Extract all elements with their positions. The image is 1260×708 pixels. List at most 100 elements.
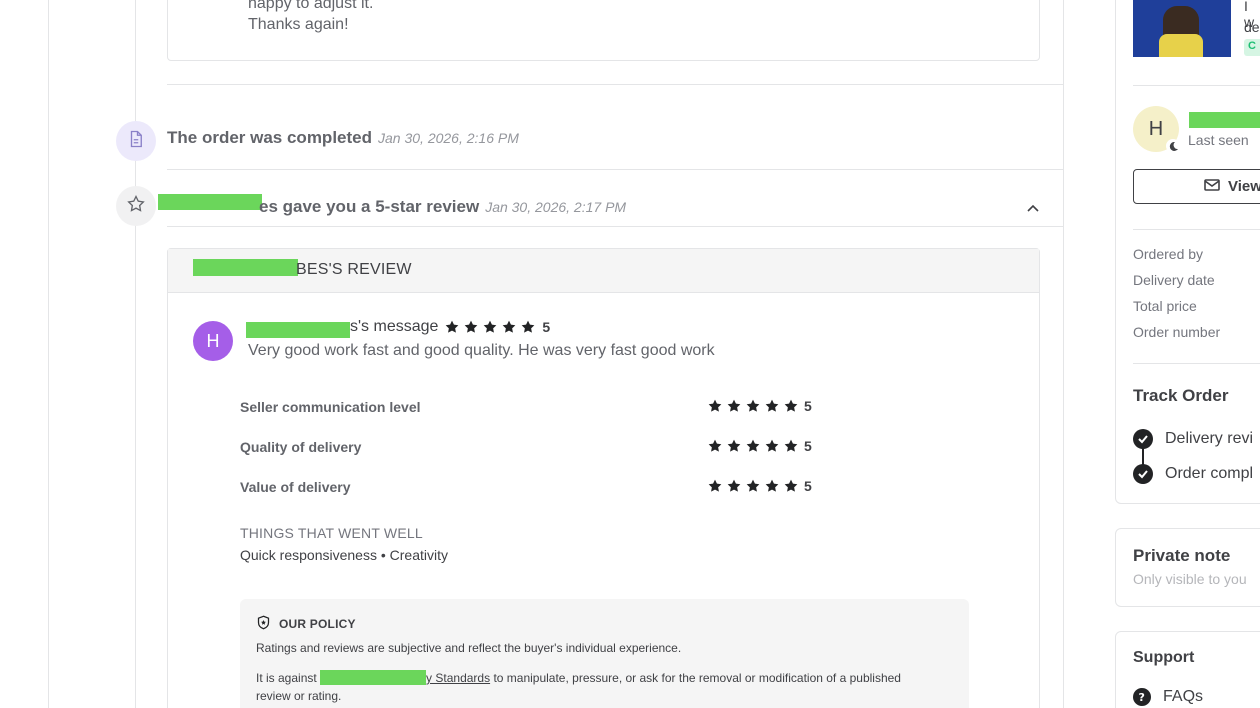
star-rating: [444, 319, 536, 335]
main-column-border: [1063, 0, 1064, 708]
track-item: Delivery revi: [1133, 429, 1253, 449]
redacted-name: [193, 259, 298, 276]
private-note-subtitle: Only visible to you: [1133, 571, 1247, 587]
check-circle-icon: [1133, 429, 1153, 449]
star-icon: [783, 478, 799, 494]
star-icon: [707, 438, 723, 454]
went-well-title: THINGS THAT WENT WELL: [240, 525, 423, 541]
message-label: s's message: [350, 318, 439, 335]
faqs-label: FAQs: [1163, 688, 1204, 705]
policy-header: OUR POLICY: [256, 615, 356, 633]
message-line: happy to adjust it.: [248, 0, 374, 12]
track-item-label: Order compl: [1165, 465, 1254, 482]
rating-value: 5: [804, 438, 812, 454]
gig-thumbnail[interactable]: [1133, 0, 1231, 57]
star-icon: [501, 319, 517, 335]
star-icon: [764, 438, 780, 454]
document-icon: [127, 130, 145, 153]
order-number-label: Order number: [1133, 324, 1221, 340]
view-button[interactable]: View: [1133, 169, 1260, 204]
star-icon: [783, 398, 799, 414]
policy-box: OUR POLICY Ratings and reviews are subje…: [240, 599, 969, 708]
policy-text: Ratings and reviews are subjective and r…: [256, 641, 682, 655]
divider: [1133, 363, 1260, 364]
redacted-name: [158, 194, 262, 210]
review-message-title: s's message 5: [350, 318, 550, 336]
faqs-link[interactable]: ? FAQs: [1133, 688, 1203, 706]
star-icon: [764, 478, 780, 494]
thumbnail-shirt: [1159, 34, 1203, 57]
shield-icon: [256, 615, 271, 633]
private-note-title: Private note: [1133, 546, 1231, 565]
redacted-name: [320, 670, 427, 685]
chevron-up-icon[interactable]: [1025, 201, 1041, 217]
policy-text-prefix: It is against: [256, 671, 317, 685]
timeline-line: [135, 0, 136, 708]
policy-text-suffix: to manipulate, pressure, or ask for the …: [493, 671, 901, 685]
policy-text: It is against y Standards to manipulate,…: [256, 669, 956, 705]
event-completed: The order was completed Jan 30, 2026, 2:1…: [167, 128, 519, 148]
avatar: H: [193, 321, 233, 361]
redacted-name: [246, 322, 350, 338]
review-card: BES'S REVIEW H s's message 5 Very good w…: [167, 248, 1040, 708]
policy-text-line2: review or rating.: [256, 689, 342, 703]
star-icon: [726, 478, 742, 494]
question-circle-icon: ?: [1133, 688, 1151, 706]
event-title: The order was completed: [167, 128, 372, 147]
community-standards-link[interactable]: y Standards: [426, 671, 490, 685]
star-icon: [444, 319, 460, 335]
delivery-date-label: Delivery date: [1133, 272, 1215, 288]
star-icon: [764, 398, 780, 414]
review-header-title: BES'S REVIEW: [296, 261, 412, 278]
track-item: Order compl: [1133, 464, 1253, 484]
event-title: es gave you a 5-star review: [259, 197, 480, 216]
private-note-card[interactable]: [1115, 528, 1260, 607]
total-price-label: Total price: [1133, 298, 1197, 314]
rating-value: 5: [804, 478, 812, 494]
review-message: Very good work fast and good quality. He…: [248, 342, 715, 359]
offline-moon-icon: [1166, 139, 1180, 153]
ordered-by-label: Ordered by: [1133, 246, 1204, 262]
view-button-label: View: [1228, 178, 1260, 195]
star-icon: [745, 398, 761, 414]
star-icon: [482, 319, 498, 335]
star-icon: [707, 478, 723, 494]
gig-title[interactable]: de: [1244, 19, 1260, 35]
event-date: Jan 30, 2026, 2:16 PM: [378, 130, 519, 146]
message-card: happy to adjust it. Thanks again!: [167, 0, 1040, 61]
redacted-name: [1189, 112, 1260, 128]
event-date: Jan 30, 2026, 2:17 PM: [485, 199, 627, 215]
star-icon: [745, 478, 761, 494]
review-header: BES'S REVIEW: [168, 249, 1039, 293]
star-outline-icon: [126, 194, 146, 219]
rating-value: 5: [804, 398, 812, 414]
check-circle-icon: [1133, 464, 1153, 484]
went-well-items: Quick responsiveness • Creativity: [240, 547, 448, 563]
divider: [167, 169, 1063, 170]
criterion-rating: 5: [707, 398, 812, 414]
envelope-icon: [1204, 178, 1220, 196]
event-icon: [116, 121, 156, 161]
status-badge: C: [1244, 39, 1260, 56]
divider: [167, 226, 1063, 227]
message-line: Thanks again!: [248, 16, 349, 33]
divider: [1133, 229, 1260, 230]
criterion-label: Value of delivery: [240, 479, 351, 495]
star-icon: [463, 319, 479, 335]
divider: [167, 84, 1063, 85]
star-icon: [726, 398, 742, 414]
support-title: Support: [1133, 649, 1195, 666]
star-icon: [726, 438, 742, 454]
criterion-label: Seller communication level: [240, 399, 421, 415]
left-border: [48, 0, 49, 708]
star-icon: [707, 398, 723, 414]
rating-value: 5: [542, 319, 551, 335]
criterion-label: Quality of delivery: [240, 439, 362, 455]
criterion-rating: 5: [707, 438, 812, 454]
policy-title: OUR POLICY: [279, 617, 356, 631]
star-icon: [745, 438, 761, 454]
divider: [1133, 85, 1260, 86]
star-icon: [783, 438, 799, 454]
track-order-title: Track Order: [1133, 386, 1229, 405]
star-icon: [520, 319, 536, 335]
